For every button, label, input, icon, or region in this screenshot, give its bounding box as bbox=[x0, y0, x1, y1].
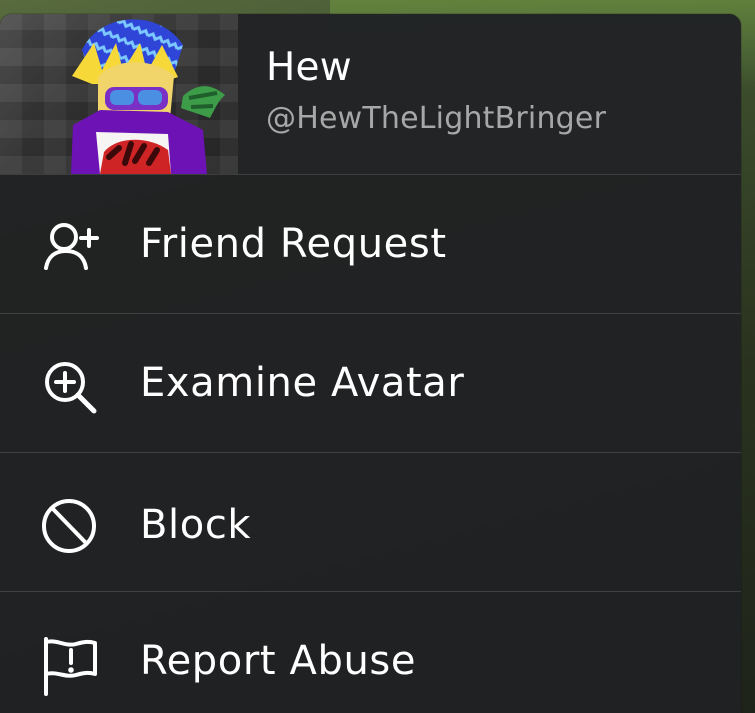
report-abuse-icon bbox=[38, 633, 102, 697]
block-menu-item[interactable]: Block bbox=[0, 453, 741, 592]
examine-avatar-label: Examine Avatar bbox=[140, 360, 465, 406]
examine-avatar-menu-item[interactable]: Examine Avatar bbox=[0, 314, 741, 453]
player-identity: Hew @HewTheLightBringer bbox=[266, 48, 606, 134]
examine-avatar-icon bbox=[38, 355, 102, 419]
background-scene: Hew @HewTheLightBringer Friend Request E… bbox=[0, 0, 755, 713]
player-context-menu: Hew @HewTheLightBringer Friend Request E… bbox=[0, 14, 741, 713]
player-avatar bbox=[0, 14, 238, 174]
player-display-name: Hew bbox=[266, 45, 352, 90]
block-icon bbox=[38, 494, 102, 558]
report-abuse-menu-item[interactable]: Report Abuse bbox=[0, 592, 741, 713]
friend-request-icon bbox=[38, 216, 102, 280]
avatar-illustration bbox=[71, 19, 225, 174]
friend-request-menu-item[interactable]: Friend Request bbox=[0, 175, 741, 314]
player-username: @HewTheLightBringer bbox=[266, 101, 607, 136]
player-profile-header: Hew @HewTheLightBringer bbox=[0, 14, 741, 175]
report-abuse-label: Report Abuse bbox=[140, 638, 417, 684]
friend-request-label: Friend Request bbox=[140, 221, 447, 267]
block-label: Block bbox=[140, 502, 252, 548]
